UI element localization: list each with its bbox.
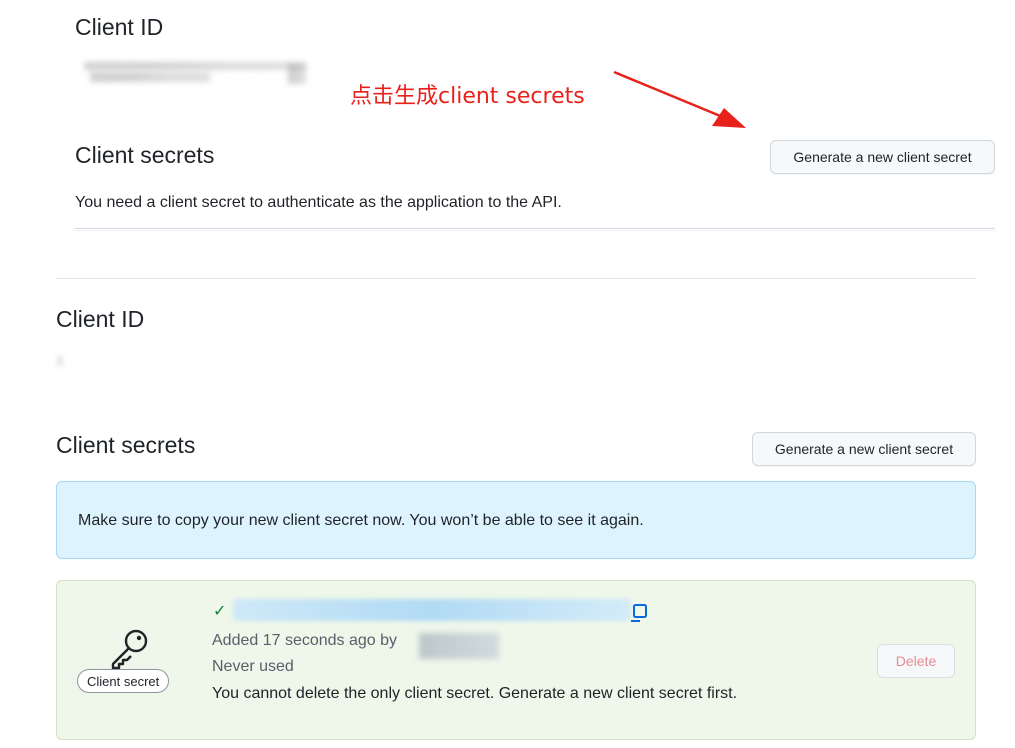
client-secret-item: Client secret ✓ Added 17 seconds ago by … <box>56 580 976 740</box>
author-name-redacted <box>419 633 499 659</box>
delete-warning-text: You cannot delete the only client secret… <box>212 685 738 702</box>
usage-status-text: Never used <box>212 658 294 675</box>
screenshot-separator <box>56 278 976 279</box>
added-by-text: Added 17 seconds ago by <box>212 632 398 649</box>
client-id-value-redacted-2 <box>58 356 62 366</box>
copy-secret-notice: Make sure to copy your new client secret… <box>56 481 976 559</box>
copy-icon[interactable] <box>629 603 649 623</box>
key-icon <box>111 629 148 669</box>
client-id-heading: Client ID <box>75 14 164 40</box>
screenshot-canvas: Client ID 点击生成client secrets Client secr… <box>0 0 1015 748</box>
annotation-arrow-icon <box>613 70 746 128</box>
client-secrets-heading-2: Client secrets <box>56 432 196 458</box>
generate-client-secret-button-2[interactable]: Generate a new client secret <box>752 432 976 466</box>
check-icon: ✓ <box>213 601 227 620</box>
client-secret-label: Client secret <box>77 669 170 693</box>
annotation-text: 点击生成client secrets <box>350 84 585 109</box>
client-id-heading-2: Client ID <box>56 306 145 332</box>
section-divider <box>75 228 995 229</box>
client-secret-value-redacted <box>233 599 631 621</box>
generate-client-secret-button[interactable]: Generate a new client secret <box>770 140 995 174</box>
copy-secret-notice-text: Make sure to copy your new client secret… <box>78 512 644 529</box>
delete-button[interactable]: Delete <box>877 644 955 678</box>
client-secrets-heading: Client secrets <box>75 142 215 168</box>
client-secret-description: You need a client secret to authenticate… <box>75 194 562 211</box>
section-divider-shadow <box>75 230 995 231</box>
